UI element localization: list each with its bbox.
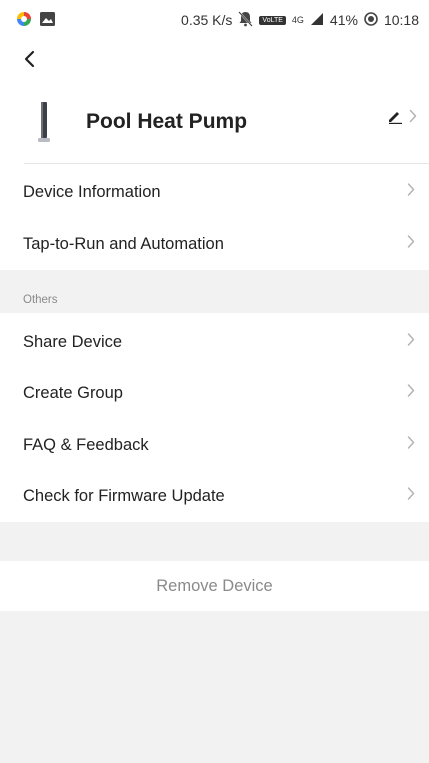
- device-information-row[interactable]: Device Information: [0, 166, 429, 218]
- row-label: FAQ & Feedback: [23, 435, 149, 454]
- faq-feedback-row[interactable]: FAQ & Feedback: [0, 419, 429, 471]
- clock: 10:18: [383, 12, 419, 28]
- row-label: Share Device: [23, 332, 123, 351]
- create-group-row[interactable]: Create Group: [0, 367, 429, 419]
- share-device-row[interactable]: Share Device: [0, 316, 429, 368]
- chevron-right-icon: [407, 333, 415, 352]
- device-thumbnail: [36, 100, 52, 144]
- chevron-right-icon: [407, 384, 415, 403]
- rename-device-button[interactable]: [387, 108, 417, 129]
- device-header: Pool Heat Pump: [0, 98, 429, 150]
- battery-saver-icon: [364, 11, 378, 29]
- volte-badge: VoLTE: [259, 15, 286, 25]
- chevron-right-icon: [407, 235, 415, 254]
- device-settings-screen: 0.35 K/s VoLTE 4G 41% 10:18 Pool Heat Pu…: [0, 0, 429, 763]
- divider: [24, 163, 429, 164]
- chevron-right-icon: [409, 109, 417, 128]
- status-bar: 0.35 K/s VoLTE 4G 41% 10:18: [0, 0, 429, 40]
- tap-to-run-automation-row[interactable]: Tap-to-Run and Automation: [0, 218, 429, 270]
- row-label: Create Group: [23, 383, 123, 402]
- remove-device-button[interactable]: Remove Device: [0, 561, 429, 611]
- remove-device-label: Remove Device: [156, 576, 273, 595]
- chevron-right-icon: [407, 487, 415, 506]
- chevron-left-icon: [23, 50, 35, 73]
- battery-level: 41%: [329, 12, 358, 28]
- pencil-icon: [387, 108, 403, 129]
- network-speed: 0.35 K/s: [181, 12, 233, 28]
- app-notification-icon: [16, 11, 32, 30]
- firmware-update-row[interactable]: Check for Firmware Update: [0, 470, 429, 522]
- image-notification-icon: [40, 11, 55, 29]
- chevron-right-icon: [407, 436, 415, 455]
- section-label-others: Others: [23, 294, 58, 306]
- device-name: Pool Heat Pump: [86, 110, 248, 133]
- row-label: Device Information: [23, 182, 161, 201]
- network-type: 4G: [291, 15, 304, 25]
- row-label: Tap-to-Run and Automation: [23, 234, 224, 253]
- mute-icon: [238, 10, 254, 30]
- back-button[interactable]: [14, 46, 44, 76]
- chevron-right-icon: [407, 183, 415, 202]
- signal-icon: [310, 12, 324, 29]
- row-label: Check for Firmware Update: [23, 486, 225, 505]
